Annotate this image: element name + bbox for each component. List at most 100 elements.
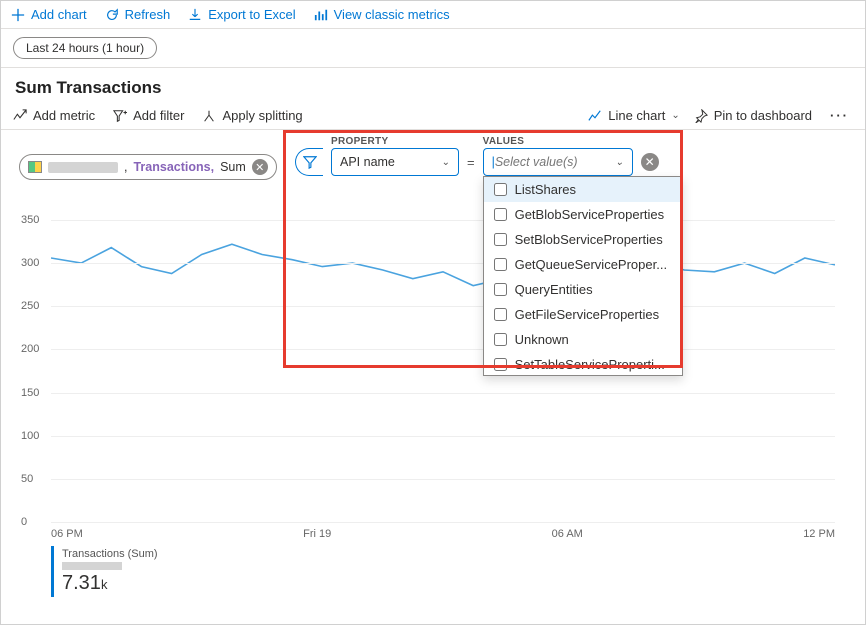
- values-option[interactable]: GetBlobServiceProperties: [484, 202, 682, 227]
- chevron-down-icon: ⌄: [671, 110, 679, 121]
- option-label: GetBlobServiceProperties: [515, 207, 665, 222]
- line-chart-plot[interactable]: 06 PMFri 1906 AM12 PM 050100150200250300…: [21, 220, 845, 540]
- time-range-row: Last 24 hours (1 hour): [1, 29, 865, 68]
- chart-toolbar: Add metric Add filter Apply splitting Li…: [1, 102, 865, 130]
- download-icon: [188, 8, 202, 22]
- values-select[interactable]: |Select value(s) ⌄: [483, 148, 633, 176]
- option-checkbox[interactable]: [494, 308, 507, 321]
- metric-aggregation: Sum: [220, 160, 246, 174]
- values-option[interactable]: SetTableServiceProperti...: [484, 352, 682, 376]
- y-tick-label: 150: [21, 387, 39, 399]
- values-label: VALUES: [483, 136, 525, 147]
- chevron-down-icon: ⌄: [615, 157, 623, 168]
- metric-name: Transactions,: [133, 160, 214, 174]
- option-label: SetBlobServiceProperties: [515, 232, 663, 247]
- grid-line: [51, 349, 835, 350]
- property-label: PROPERTY: [331, 136, 388, 147]
- add-metric-label: Add metric: [33, 108, 95, 123]
- chart-type-dropdown[interactable]: Line chart ⌄: [588, 108, 679, 123]
- chart-type-label: Line chart: [608, 108, 665, 123]
- option-label: GetFileServiceProperties: [515, 307, 660, 322]
- bar-chart-icon: [314, 8, 328, 22]
- option-label: GetQueueServiceProper...: [515, 257, 667, 272]
- grid-line: [51, 479, 835, 480]
- option-checkbox[interactable]: [494, 208, 507, 221]
- filter-icon: [295, 148, 323, 176]
- line-chart-icon: [588, 109, 602, 123]
- values-option[interactable]: GetQueueServiceProper...: [484, 252, 682, 277]
- equals-sign: =: [467, 155, 475, 170]
- summary-redacted-bar: [62, 562, 122, 570]
- y-tick-label: 350: [21, 214, 39, 226]
- values-option[interactable]: SetBlobServiceProperties: [484, 227, 682, 252]
- apply-splitting-button[interactable]: Apply splitting: [202, 108, 302, 123]
- option-label: QueryEntities: [515, 282, 593, 297]
- add-filter-label: Add filter: [133, 108, 184, 123]
- y-tick-label: 300: [21, 257, 39, 269]
- option-checkbox[interactable]: [494, 358, 507, 371]
- classic-metrics-label: View classic metrics: [334, 7, 450, 22]
- metric-pill[interactable]: , Transactions, Sum ✕: [19, 154, 277, 180]
- property-select[interactable]: API name ⌄: [331, 148, 459, 176]
- pin-icon: [694, 109, 708, 123]
- property-value: API name: [340, 155, 395, 169]
- y-tick-label: 50: [21, 473, 33, 485]
- chevron-down-icon: ⌄: [442, 157, 450, 168]
- summary-value: 7.31k: [62, 572, 183, 595]
- option-checkbox[interactable]: [494, 183, 507, 196]
- grid-line: [51, 522, 835, 523]
- add-chart-label: Add chart: [31, 7, 87, 22]
- option-checkbox[interactable]: [494, 283, 507, 296]
- remove-filter-button[interactable]: ✕: [641, 153, 659, 171]
- page-title: Sum Transactions: [15, 78, 851, 98]
- filter-plus-icon: [113, 109, 127, 123]
- option-label: Unknown: [515, 332, 569, 347]
- values-option[interactable]: GetFileServiceProperties: [484, 302, 682, 327]
- values-dropdown[interactable]: ListShares GetBlobServiceProperties SetBlo…: [483, 176, 683, 376]
- grid-line: [51, 220, 835, 221]
- resource-color-swatch: [28, 161, 42, 173]
- values-option[interactable]: Unknown: [484, 327, 682, 352]
- classic-metrics-button[interactable]: View classic metrics: [314, 7, 450, 22]
- y-tick-label: 200: [21, 343, 39, 355]
- values-placeholder: Select value(s): [495, 155, 578, 169]
- x-tick-label: 06 AM: [552, 528, 583, 540]
- export-label: Export to Excel: [208, 7, 295, 22]
- add-metric-button[interactable]: Add metric: [13, 108, 95, 123]
- refresh-button[interactable]: Refresh: [105, 7, 171, 22]
- y-tick-label: 250: [21, 300, 39, 312]
- split-icon: [202, 109, 216, 123]
- option-checkbox[interactable]: [494, 258, 507, 271]
- add-chart-button[interactable]: Add chart: [11, 7, 87, 22]
- chart-line: [51, 244, 835, 285]
- summary-title: Transactions (Sum): [62, 548, 183, 560]
- remove-metric-button[interactable]: ✕: [252, 159, 268, 175]
- summary-card: Transactions (Sum) 7.31k: [51, 546, 191, 597]
- option-label: SetTableServiceProperti...: [515, 357, 665, 372]
- more-menu-button[interactable]: ···: [826, 108, 853, 123]
- add-filter-button[interactable]: Add filter: [113, 108, 184, 123]
- top-toolbar: Add chart Refresh Export to Excel View c…: [1, 1, 865, 29]
- y-tick-label: 0: [21, 516, 27, 528]
- add-metric-icon: [13, 109, 27, 123]
- grid-line: [51, 306, 835, 307]
- x-tick-label: Fri 19: [303, 528, 331, 540]
- plus-icon: [11, 8, 25, 22]
- grid-line: [51, 263, 835, 264]
- x-tick-label: 12 PM: [803, 528, 835, 540]
- y-tick-label: 100: [21, 430, 39, 442]
- time-range-pill[interactable]: Last 24 hours (1 hour): [13, 37, 157, 59]
- values-option[interactable]: QueryEntities: [484, 277, 682, 302]
- values-option[interactable]: ListShares: [484, 177, 682, 202]
- refresh-label: Refresh: [125, 7, 171, 22]
- resource-name-redacted: [48, 162, 118, 173]
- time-range-label: Last 24 hours (1 hour): [26, 41, 144, 55]
- export-button[interactable]: Export to Excel: [188, 7, 295, 22]
- chart-area: , Transactions, Sum ✕ PROPERTY API name …: [1, 130, 865, 597]
- apply-splitting-label: Apply splitting: [222, 108, 302, 123]
- pin-dashboard-button[interactable]: Pin to dashboard: [694, 108, 812, 123]
- grid-line: [51, 436, 835, 437]
- refresh-icon: [105, 8, 119, 22]
- option-checkbox[interactable]: [494, 333, 507, 346]
- option-checkbox[interactable]: [494, 233, 507, 246]
